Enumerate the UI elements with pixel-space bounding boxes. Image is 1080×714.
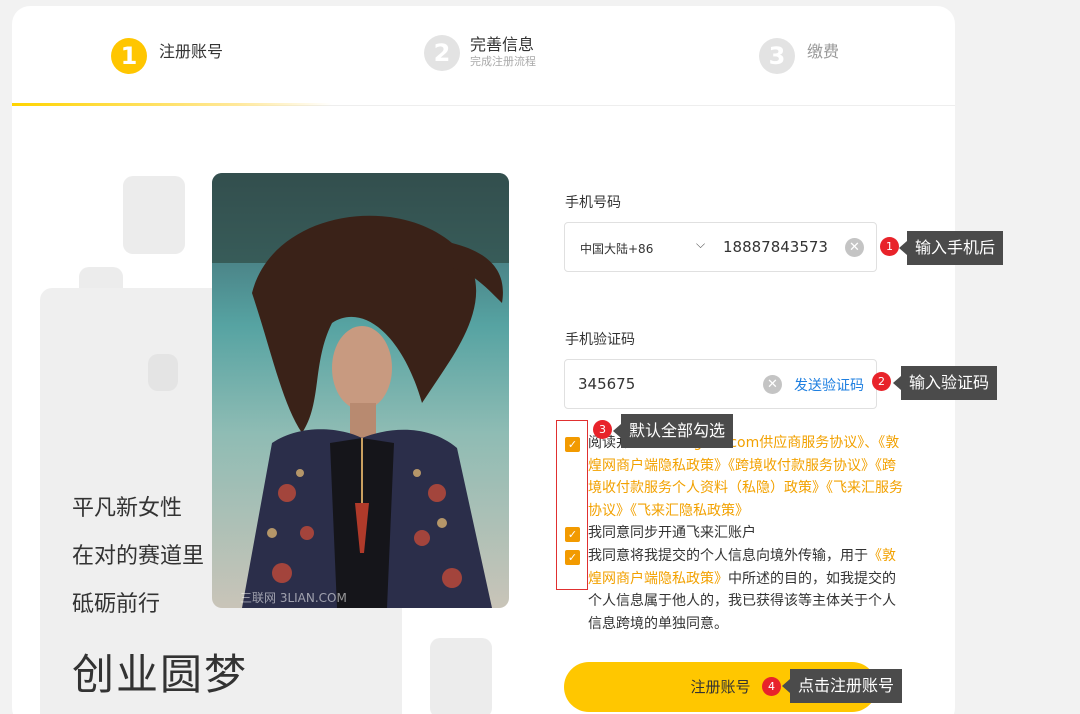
agreement-text-2: 我同意同步开通飞来汇账户 bbox=[588, 525, 756, 541]
annotation-badge-2: 2 bbox=[872, 372, 891, 391]
country-select[interactable]: 中国大陆+86 bbox=[580, 240, 653, 257]
promo-photo: 三联网 3LIAN.COM bbox=[212, 173, 509, 608]
decor-shape bbox=[148, 354, 178, 391]
annotation-note-2: 输入验证码 bbox=[892, 366, 998, 400]
phone-field: 中国大陆+86 ⌵ 18887843573 ✕ bbox=[564, 222, 877, 272]
headline: 创业圆梦 bbox=[72, 650, 249, 699]
tagline-2: 在对的赛道里 bbox=[72, 544, 205, 569]
checkbox-highlight-frame bbox=[556, 420, 588, 590]
clear-icon[interactable]: ✕ bbox=[763, 375, 782, 394]
phone-label: 手机号码 bbox=[565, 195, 621, 211]
send-code-link[interactable]: 发送验证码 bbox=[794, 375, 864, 395]
chevron-down-icon[interactable]: ⌵ bbox=[696, 237, 705, 252]
photo-watermark: 三联网 3LIAN.COM bbox=[240, 591, 347, 605]
annotation-badge-1: 1 bbox=[880, 237, 899, 256]
tagline-1: 平凡新女性 bbox=[72, 496, 183, 521]
step-3: 3 缴费 bbox=[759, 38, 839, 74]
step-2-title: 完善信息 bbox=[470, 35, 535, 54]
step-2-subtitle: 完成注册流程 bbox=[470, 55, 536, 68]
code-input[interactable]: 345675 bbox=[578, 375, 635, 393]
step-1: 1 注册账号 bbox=[111, 38, 223, 74]
annotation-note-4: 点击注册账号 bbox=[781, 669, 903, 703]
annotation-note-1: 输入手机后 bbox=[898, 231, 1004, 265]
step-1-title: 注册账号 bbox=[159, 42, 224, 61]
clear-icon[interactable]: ✕ bbox=[845, 238, 864, 257]
agreement-text-3: 我同意将我提交的个人信息向境外传输，用于《敦煌网商户端隐私政策》中所述的目的，如… bbox=[588, 545, 906, 635]
step-3-title: 缴费 bbox=[807, 42, 840, 61]
decor-shape bbox=[430, 638, 492, 714]
step-1-number: 1 bbox=[111, 38, 147, 74]
step-2: 2 完善信息 完成注册流程 bbox=[424, 35, 536, 71]
registration-card: 1 注册账号 2 完善信息 完成注册流程 3 缴费 平凡新女性 在对的赛道里 砥… bbox=[12, 6, 955, 714]
code-label: 手机验证码 bbox=[565, 332, 635, 348]
decor-shape bbox=[123, 176, 185, 254]
annotation-note-3: 默认全部勾选 bbox=[612, 414, 734, 448]
agreement-3-prefix: 我同意将我提交的个人信息向境外传输，用于 bbox=[588, 548, 868, 564]
step-2-number: 2 bbox=[424, 35, 460, 71]
code-field: 345675 ✕ 发送验证码 bbox=[564, 359, 877, 409]
annotation-badge-4: 4 bbox=[762, 677, 781, 696]
step-progress-bar bbox=[12, 103, 332, 106]
step-indicator: 1 注册账号 2 完善信息 完成注册流程 3 缴费 bbox=[12, 6, 955, 106]
annotation-badge-3: 3 bbox=[593, 420, 612, 439]
phone-input[interactable]: 18887843573 bbox=[723, 238, 828, 256]
tagline-3: 砥砺前行 bbox=[72, 592, 161, 617]
step-3-number: 3 bbox=[759, 38, 795, 74]
